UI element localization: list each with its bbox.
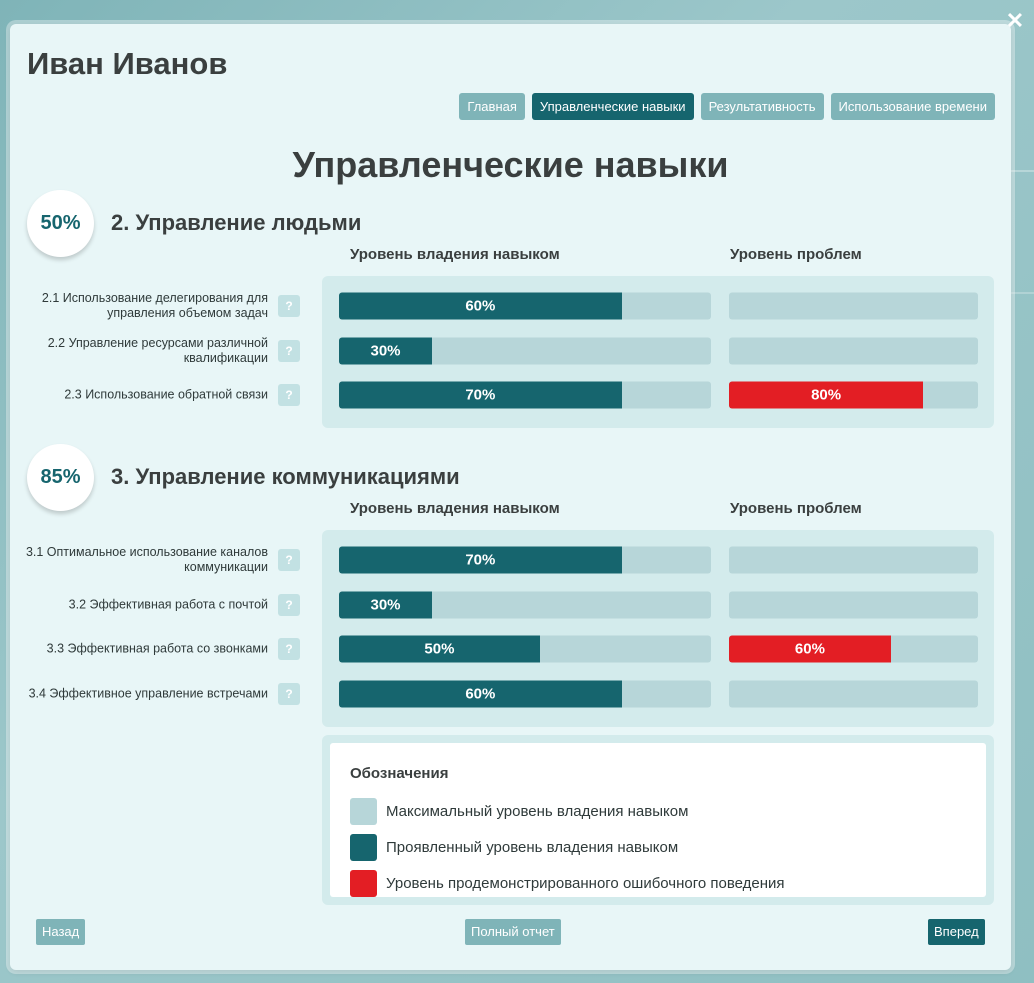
skill-row: 3.1 Оптимальное использование каналов ко… xyxy=(10,540,1011,580)
section-title: 2. Управление людьми xyxy=(111,210,362,235)
help-button[interactable]: ? xyxy=(278,638,300,661)
skill-label: 2.3 Использование обратной связи xyxy=(64,387,268,402)
skill-bar-track: 70% xyxy=(339,381,711,409)
section-title: 3. Управление коммуникациями xyxy=(111,464,460,489)
skill-row: 3.3 Эффективная работа со звонками? 50% 60… xyxy=(10,629,1011,669)
skill-bar-value: 60% xyxy=(465,685,496,703)
skill-bar-value: 30% xyxy=(370,596,401,614)
problem-bar-value: 60% xyxy=(794,640,825,658)
problem-bar-value: 80% xyxy=(811,386,842,404)
problem-bar-track xyxy=(729,292,978,320)
section-score-badge: 50% xyxy=(27,190,94,257)
tab-time-usage[interactable]: Использование времени xyxy=(830,93,995,120)
column-header-skill: Уровень владения навыком xyxy=(350,246,560,263)
close-icon[interactable]: ✕ xyxy=(1004,10,1026,32)
help-button[interactable]: ? xyxy=(278,384,300,407)
column-header-skill: Уровень владения навыком xyxy=(350,500,560,517)
problem-bar-fill: 80% xyxy=(729,381,924,409)
skill-bar-value: 70% xyxy=(465,386,496,404)
tab-management-skills[interactable]: Управленческие навыки xyxy=(531,93,694,120)
skill-bar-fill: 60% xyxy=(339,680,622,708)
skill-label: 3.2 Эффективная работа с почтой xyxy=(68,597,268,612)
help-button[interactable]: ? xyxy=(278,339,300,362)
skill-bar-fill: 30% xyxy=(339,337,432,365)
skill-bar-fill: 70% xyxy=(339,546,622,574)
skill-bar-fill: 50% xyxy=(339,635,540,663)
skill-label: 3.4 Эффективное управление встречами xyxy=(28,686,268,701)
skill-row: 2.2 Управление ресурсами различной квали… xyxy=(10,331,1011,371)
help-button[interactable]: ? xyxy=(278,295,300,317)
skill-bar-value: 30% xyxy=(370,342,401,360)
legend-swatch-max xyxy=(350,798,377,825)
legend: Обозначения Максимальный уровень владени… xyxy=(322,735,994,905)
problem-bar-track xyxy=(729,591,978,619)
legend-label-shown: Проявленный уровень владения навыком xyxy=(386,839,679,856)
skill-bar-fill: 30% xyxy=(339,591,432,619)
problem-bar-track xyxy=(729,680,978,708)
skill-bar-fill: 60% xyxy=(339,292,622,320)
tab-performance[interactable]: Результативность xyxy=(700,93,824,120)
skill-bar-value: 70% xyxy=(465,551,496,569)
legend-swatch-problem xyxy=(350,870,377,897)
nav-tabs: Главная Управленческие навыки Результати… xyxy=(459,93,995,120)
skill-row: 2.1 Использование делегирования для упра… xyxy=(10,286,1011,326)
skill-bar-value: 60% xyxy=(465,297,496,315)
tab-main[interactable]: Главная xyxy=(459,93,525,120)
problem-bar-track: 60% xyxy=(729,635,978,663)
section-score-badge: 85% xyxy=(27,444,94,511)
column-header-problem: Уровень проблем xyxy=(730,500,862,517)
legend-label-max: Максимальный уровень владения навыком xyxy=(386,803,689,820)
skill-label: 3.3 Эффективная работа со звонками xyxy=(46,641,268,656)
user-name: Иван Иванов xyxy=(27,46,228,81)
skill-bar-track: 60% xyxy=(339,680,711,708)
help-button[interactable]: ? xyxy=(278,549,300,571)
skill-bar-track: 60% xyxy=(339,292,711,320)
back-button[interactable]: Назад xyxy=(36,919,86,945)
problem-bar-track: 80% xyxy=(729,381,978,409)
legend-swatch-shown xyxy=(350,834,377,861)
page-title: Управленческие навыки xyxy=(292,144,729,185)
legend-label-problem: Уровень продемонстрированного ошибочного… xyxy=(386,875,785,892)
problem-bar-track xyxy=(729,337,978,365)
skill-label: 2.2 Управление ресурсами различной квали… xyxy=(47,335,268,365)
next-button[interactable]: Вперед xyxy=(928,919,985,945)
skill-label: 2.1 Использование делегирования для упра… xyxy=(41,291,268,320)
help-button[interactable]: ? xyxy=(278,593,300,616)
skill-bar-value: 50% xyxy=(424,640,455,658)
report-panel: Иван Иванов Главная Управленческие навык… xyxy=(10,24,1011,970)
skill-bar-track: 50% xyxy=(339,635,711,663)
problem-bar-track xyxy=(729,546,978,574)
skill-bar-track: 30% xyxy=(339,337,711,365)
skill-label: 3.1 Оптимальное использование каналов ко… xyxy=(25,545,268,574)
skill-bar-track: 70% xyxy=(339,546,711,574)
skill-bar-track: 30% xyxy=(339,591,711,619)
skill-row: 3.4 Эффективное управление встречами? 60% xyxy=(10,674,1011,714)
skill-row: 2.3 Использование обратной связи? 70% 80% xyxy=(10,375,1011,415)
full-report-button[interactable]: Полный отчет xyxy=(465,919,561,945)
skill-row: 3.2 Эффективная работа с почтой? 30% xyxy=(10,585,1011,625)
skill-bar-fill: 70% xyxy=(339,381,622,409)
legend-title: Обозначения xyxy=(350,765,449,782)
legend-card: Обозначения Максимальный уровень владени… xyxy=(330,743,986,897)
column-header-problem: Уровень проблем xyxy=(730,246,862,263)
problem-bar-fill: 60% xyxy=(729,635,891,663)
help-button[interactable]: ? xyxy=(278,683,300,706)
